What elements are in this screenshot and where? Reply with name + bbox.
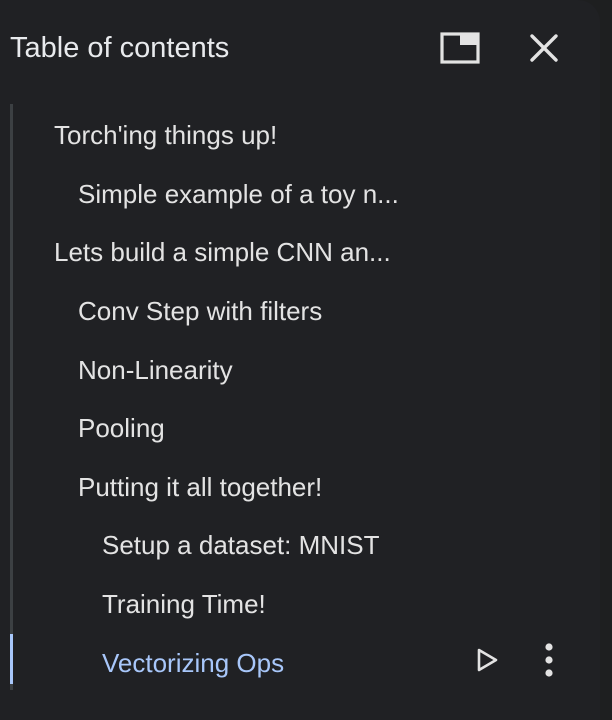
- toc-item-simple-example[interactable]: Simple example of a toy n...: [13, 165, 600, 223]
- toc-item-simple-cnn[interactable]: Lets build a simple CNN an...: [13, 223, 600, 281]
- toc-item-putting-it-together[interactable]: Putting it all together!: [13, 458, 600, 516]
- row-actions: [471, 634, 565, 692]
- run-section-button[interactable]: [471, 643, 503, 683]
- toc-item-label: Putting it all together!: [78, 471, 323, 502]
- toc-item-vectorizing-ops[interactable]: Vectorizing Ops: [13, 634, 600, 692]
- toc-item-training-time[interactable]: Training Time!: [13, 575, 600, 633]
- float-window-button[interactable]: [436, 26, 484, 74]
- more-options-button[interactable]: [533, 642, 565, 684]
- toc-item-setup-dataset[interactable]: Setup a dataset: MNIST: [13, 516, 600, 574]
- toc-item-label: Non-Linearity: [78, 354, 233, 385]
- toc-header: Table of contents: [10, 26, 600, 74]
- close-icon: [529, 33, 559, 68]
- toc-item-label: Torch'ing things up!: [54, 119, 278, 150]
- toc-item-label: Simple example of a toy n...: [78, 178, 399, 209]
- toc-item-label: Training Time!: [102, 588, 266, 619]
- toc-item-non-linearity[interactable]: Non-Linearity: [13, 341, 600, 399]
- panel-title: Table of contents: [10, 32, 230, 64]
- toc-list: Torch'ing things up! Simple example of a…: [10, 104, 600, 694]
- toc-item-torching-things-up[interactable]: Torch'ing things up!: [13, 106, 600, 164]
- floating-window-icon: [440, 31, 480, 69]
- toc-item-label: Pooling: [78, 412, 165, 443]
- toc-item-conv-step[interactable]: Conv Step with filters: [13, 282, 600, 340]
- toc-item-label: Setup a dataset: MNIST: [102, 529, 380, 560]
- toc-panel: Table of contents Torch'ing things up! S…: [0, 0, 600, 720]
- toc-item-label: Conv Step with filters: [78, 295, 323, 326]
- close-button[interactable]: [520, 26, 568, 74]
- toc-item-label: Vectorizing Ops: [102, 647, 285, 678]
- more-vert-icon: [544, 642, 554, 684]
- toc-item-pooling[interactable]: Pooling: [13, 399, 600, 457]
- play-icon: [475, 647, 499, 680]
- toc-item-label: Lets build a simple CNN an...: [54, 236, 391, 267]
